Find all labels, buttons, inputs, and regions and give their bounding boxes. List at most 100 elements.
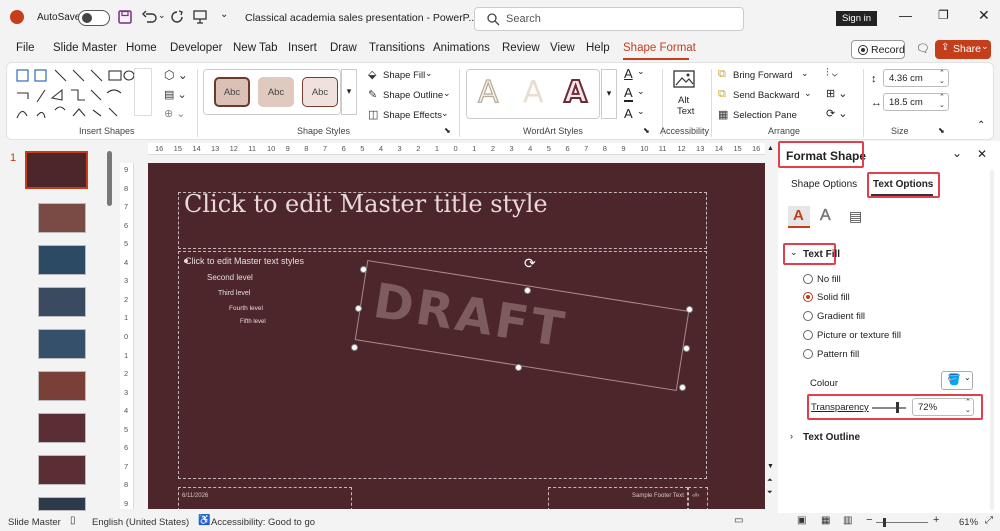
slide-thumbnail[interactable] [38, 203, 86, 233]
resize-handle[interactable] [686, 306, 693, 313]
tab-review[interactable]: Review [502, 42, 540, 54]
shape-style-1[interactable]: Abc [214, 77, 250, 107]
bring-forward-dropdown-icon[interactable]: ⌄ [801, 68, 809, 79]
slide-canvas[interactable]: Click to edit Master title style Click t… [148, 163, 765, 509]
slide-thumbnail-master[interactable] [25, 151, 88, 189]
wordart-style-3[interactable]: A [563, 74, 588, 111]
record-button[interactable]: Record [851, 40, 905, 59]
autosave-toggle[interactable] [78, 10, 110, 26]
zoom-slider-thumb[interactable] [883, 518, 886, 527]
previous-slide-icon[interactable]: ⏶ [767, 477, 773, 485]
tab-draw[interactable]: Draw [330, 42, 357, 54]
shapes-gallery-more-button[interactable] [134, 68, 152, 116]
radio-solid-fill[interactable] [803, 292, 813, 302]
slide-thumbnail[interactable] [38, 329, 86, 359]
zoom-in-icon[interactable]: + [933, 514, 939, 526]
merge-shapes-icon[interactable]: ⊕ ⌄ [164, 107, 186, 120]
tab-slide-master[interactable]: Slide Master [53, 42, 117, 54]
undo-dropdown-icon[interactable]: ⌄ [158, 10, 166, 21]
text-fill-section-header[interactable]: Text Fill [803, 249, 840, 260]
transparency-slider-track[interactable] [872, 407, 906, 409]
radio-pattern-fill[interactable] [803, 349, 813, 359]
scroll-down-icon[interactable]: ▼ [767, 463, 774, 470]
shape-height-input[interactable]: 4.36 cm ⌃ ⌄ [883, 69, 949, 87]
send-backward-dropdown-icon[interactable]: ⌄ [804, 88, 812, 99]
shape-styles-more-button[interactable]: ▾ [341, 69, 357, 115]
text-fill-outline-tab[interactable]: A [788, 206, 810, 228]
shape-width-input[interactable]: 18.5 cm ⌃ ⌄ [883, 93, 949, 111]
text-outline-icon[interactable]: A [624, 86, 633, 102]
resize-handle[interactable] [351, 344, 358, 351]
normal-view-icon[interactable]: ▣ [797, 515, 806, 526]
colour-picker-button[interactable]: 🪣 ⌄ [941, 371, 973, 390]
comments-icon[interactable]: 🗨 [916, 42, 930, 55]
present-icon[interactable] [193, 10, 207, 24]
slide-thumbnail[interactable] [38, 413, 86, 443]
alt-text-label-1[interactable]: Alt [678, 95, 689, 106]
radio-no-fill[interactable] [803, 274, 813, 284]
pane-close-icon[interactable]: ✕ [977, 147, 987, 161]
next-slide-icon[interactable]: ⏷ [767, 489, 773, 497]
text-fill-dropdown-icon[interactable]: ⌄ [637, 66, 645, 77]
shape-fill-button[interactable]: Shape Fill [383, 70, 425, 81]
wordart-dialog-launcher-icon[interactable]: ⬊ [643, 126, 650, 135]
alt-text-label-2[interactable]: Text [677, 106, 694, 117]
tab-insert[interactable]: Insert [288, 42, 317, 54]
text-outline-expand-icon[interactable]: › [790, 431, 793, 441]
text-effects-tab-icon[interactable]: A [820, 207, 831, 225]
alt-text-icon[interactable] [672, 69, 696, 91]
shapes-gallery-icon[interactable] [15, 68, 135, 122]
radio-picture-fill[interactable] [803, 330, 813, 340]
slide-thumbnail[interactable] [38, 455, 86, 485]
slide-sorter-icon[interactable]: ▦ [821, 515, 830, 526]
send-backward-button[interactable]: Send Backward [733, 90, 800, 101]
reading-view-icon[interactable]: ▥ [843, 515, 852, 526]
close-icon[interactable]: ✕ [978, 7, 990, 24]
shape-outline-button[interactable]: Shape Outline [383, 90, 443, 101]
text-outline-dropdown-icon[interactable]: ⌄ [637, 86, 645, 97]
slide-thumbnail[interactable] [38, 497, 86, 511]
thumbnail-scrollbar[interactable] [107, 151, 112, 206]
radio-label-pattern-fill[interactable]: Pattern fill [817, 349, 859, 360]
wordart-more-button[interactable]: ▾ [601, 69, 617, 119]
resize-handle[interactable] [355, 305, 362, 312]
minimize-icon[interactable]: — [899, 8, 912, 23]
sign-in-button[interactable]: Sign in [836, 11, 877, 26]
slide-thumbnail[interactable] [38, 287, 86, 317]
search-box[interactable]: Search [474, 7, 744, 31]
tab-help[interactable]: Help [586, 42, 610, 54]
shape-styles-dialog-launcher-icon[interactable]: ⬊ [444, 126, 451, 135]
tab-home[interactable]: Home [126, 42, 157, 54]
tab-view[interactable]: View [550, 42, 575, 54]
spelling-icon[interactable]: ▯ [70, 515, 76, 526]
slide-thumbnail[interactable] [38, 371, 86, 401]
footer-placeholder[interactable]: Sample Footer Text [548, 487, 688, 509]
shape-style-3[interactable]: Abc [302, 77, 338, 107]
bring-forward-button[interactable]: Bring Forward [733, 70, 793, 81]
transparency-spinner-icon[interactable]: ⌃ ⌄ [965, 399, 971, 415]
text-fill-expand-icon[interactable]: ⌄ [790, 247, 798, 258]
align-icon[interactable]: ⫶ ⌄ [826, 67, 838, 80]
shape-outline-dropdown-icon[interactable]: ⌄ [443, 88, 451, 99]
zoom-level[interactable]: 61% [959, 517, 978, 528]
radio-gradient-fill[interactable] [803, 311, 813, 321]
radio-label-picture-fill[interactable]: Picture or texture fill [817, 330, 901, 341]
rotate-icon[interactable]: ⟳ ⌄ [826, 107, 848, 120]
tab-transitions[interactable]: Transitions [369, 42, 425, 54]
collapse-ribbon-icon[interactable]: ⌃ [977, 120, 985, 131]
radio-label-gradient-fill[interactable]: Gradient fill [817, 311, 865, 322]
status-accessibility[interactable]: Accessibility: Good to go [211, 517, 315, 528]
transparency-input[interactable]: 72% ⌃ ⌄ [912, 398, 974, 416]
text-effects-dropdown-icon[interactable]: ⌄ [637, 106, 645, 117]
tab-shape-format[interactable]: Shape Format [623, 42, 696, 54]
tab-new-tab[interactable]: New Tab [233, 42, 278, 54]
resize-handle[interactable] [515, 364, 522, 371]
restore-icon[interactable]: ❐ [938, 8, 949, 22]
text-outline-section-header[interactable]: Text Outline [803, 432, 860, 443]
fit-slide-icon[interactable]: ⤢ [985, 515, 993, 526]
resize-handle[interactable] [524, 287, 531, 294]
tab-file[interactable]: File [16, 42, 35, 54]
redo-icon[interactable] [170, 10, 184, 24]
rotate-handle-icon[interactable]: ⟳ [524, 255, 536, 272]
resize-handle[interactable] [679, 384, 686, 391]
